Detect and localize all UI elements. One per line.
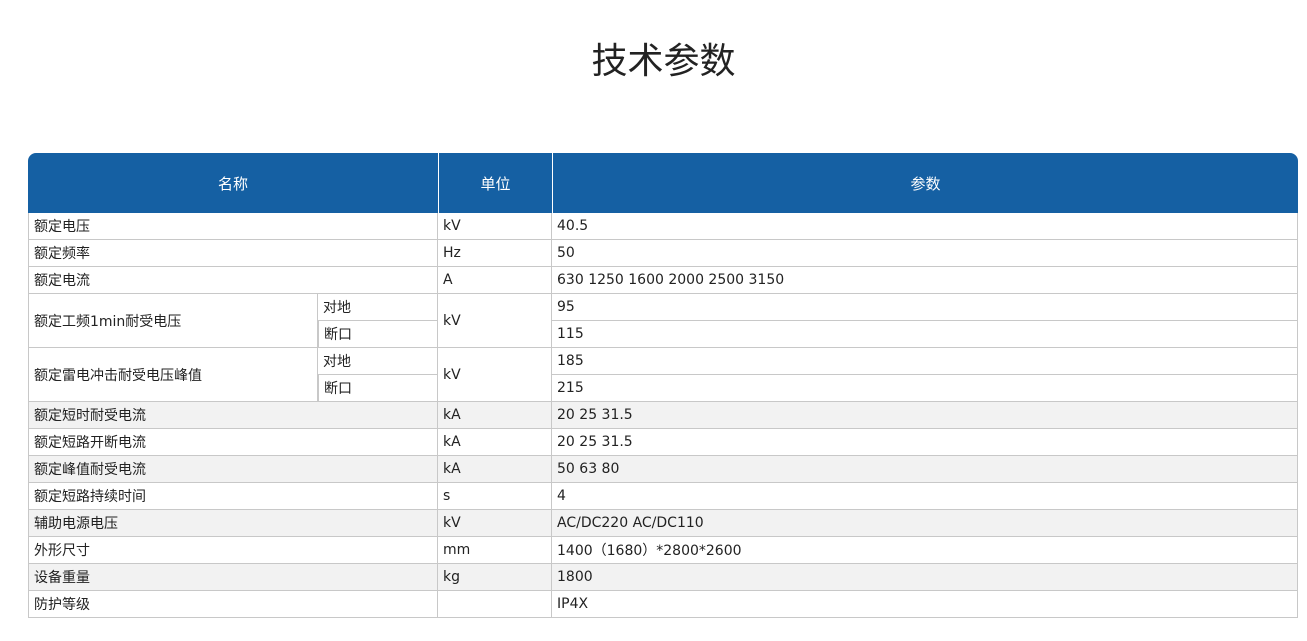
header-unit: 单位 [438, 153, 553, 213]
table-row: 设备重量 kg 1800 [28, 564, 1299, 591]
row-name: 额定雷电冲击耐受电压峰值 [28, 348, 318, 402]
row-unit: mm [438, 537, 553, 564]
page-title: 技术参数 [591, 41, 736, 82]
table-row: 额定雷电冲击耐受电压峰值 对地 kV 185 [28, 348, 1299, 402]
table-row: 额定电压 kV 40.5 [28, 213, 1299, 240]
row-name: 额定电流 [28, 267, 439, 294]
row-value: 4 [552, 483, 1299, 510]
row-name: 额定工频1min耐受电压 [28, 294, 318, 348]
spec-table: 名称 单位 参数 额定电压 kV 40.5 额定频率 Hz 50 额定电流 A … [28, 153, 1299, 618]
row-sub-label: 对地 [318, 348, 439, 375]
table-row: 防护等级 IP4X [28, 591, 1299, 618]
table-row: 额定短路持续时间 s 4 [28, 483, 1299, 510]
row-value: 630 1250 1600 2000 2500 3150 [552, 267, 1299, 294]
row-unit: Hz [438, 240, 553, 267]
row-unit: kg [438, 564, 553, 591]
row-name: 额定频率 [28, 240, 439, 267]
row-value: 20 25 31.5 [552, 402, 1299, 429]
row-value: 50 63 80 [552, 456, 1299, 483]
row-unit [438, 591, 553, 618]
row-unit: kV [438, 510, 553, 537]
row-name: 防护等级 [28, 591, 439, 618]
row-sub-label: 断口 [318, 321, 439, 348]
row-value: 115 [552, 321, 1299, 348]
row-value: 95 [552, 294, 1299, 321]
row-unit: kA [438, 429, 553, 456]
row-unit: s [438, 483, 553, 510]
table-row: 额定短时耐受电流 kA 20 25 31.5 [28, 402, 1299, 429]
row-sub-label: 断口 [318, 375, 439, 402]
header-value: 参数 [552, 153, 1299, 213]
row-name: 额定峰值耐受电流 [28, 456, 439, 483]
row-sub-label: 对地 [318, 294, 439, 321]
row-value: 50 [552, 240, 1299, 267]
row-value: IP4X [552, 591, 1299, 618]
row-name: 额定短路持续时间 [28, 483, 439, 510]
row-name: 额定电压 [28, 213, 439, 240]
row-name: 设备重量 [28, 564, 439, 591]
table-row: 额定电流 A 630 1250 1600 2000 2500 3150 [28, 267, 1299, 294]
row-value: 1800 [552, 564, 1299, 591]
table-row: 外形尺寸 mm 1400（1680）*2800*2600 [28, 537, 1299, 564]
table-row: 额定短路开断电流 kA 20 25 31.5 [28, 429, 1299, 456]
row-value: 185 [552, 348, 1299, 375]
row-unit: kA [438, 456, 553, 483]
header-name: 名称 [28, 153, 439, 213]
table-header-row: 名称 单位 参数 [28, 153, 1299, 213]
row-unit: A [438, 267, 553, 294]
row-value: 20 25 31.5 [552, 429, 1299, 456]
row-name: 辅助电源电压 [28, 510, 439, 537]
row-name: 外形尺寸 [28, 537, 439, 564]
row-unit: kV [438, 348, 553, 402]
row-value: AC/DC220 AC/DC110 [552, 510, 1299, 537]
row-unit: kV [438, 294, 553, 348]
row-value: 1400（1680）*2800*2600 [552, 537, 1299, 564]
row-value: 215 [552, 375, 1299, 402]
row-unit: kA [438, 402, 553, 429]
table-row: 额定频率 Hz 50 [28, 240, 1299, 267]
table-row: 辅助电源电压 kV AC/DC220 AC/DC110 [28, 510, 1299, 537]
row-name: 额定短时耐受电流 [28, 402, 439, 429]
table-row: 额定峰值耐受电流 kA 50 63 80 [28, 456, 1299, 483]
row-value: 40.5 [552, 213, 1299, 240]
table-row: 额定工频1min耐受电压 对地 kV 95 [28, 294, 1299, 348]
row-name: 额定短路开断电流 [28, 429, 439, 456]
row-unit: kV [438, 213, 553, 240]
